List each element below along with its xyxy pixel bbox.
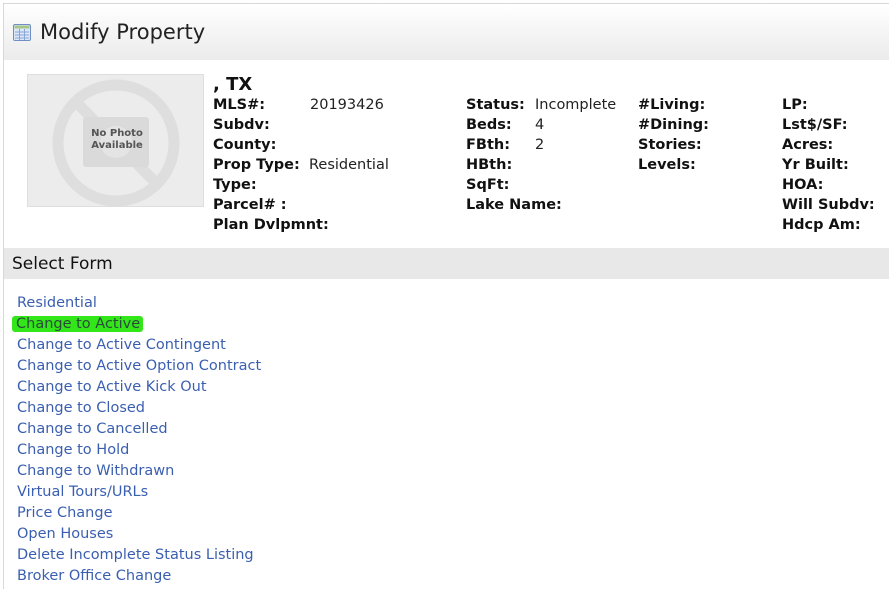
field-label: Prop Type:	[213, 157, 300, 173]
form-link-label: Change to Active	[12, 316, 144, 332]
field-type: Type:	[213, 175, 329, 195]
form-link-change-to-hold[interactable]: Change to Hold	[17, 440, 261, 461]
form-link-label: Change to Withdrawn	[17, 463, 175, 479]
listing-details-column-2: Status: Incomplete Beds: 4 FBth: 2 HBth: Sq…	[466, 95, 616, 215]
form-link-open-houses[interactable]: Open Houses	[17, 524, 261, 545]
field-sqft: SqFt:	[466, 175, 562, 195]
form-link-change-to-active-kick-out[interactable]: Change to Active Kick Out	[17, 377, 261, 398]
listing-details-column-1: MLS#: 20193426 Subdv: County: Prop Type: R…	[213, 95, 389, 235]
field-living: #Living:	[638, 95, 709, 115]
field-will-subdivide: Will Subdv:	[782, 195, 875, 215]
field-label: MLS#:	[213, 97, 266, 113]
form-link-label: Change to Cancelled	[17, 421, 168, 437]
form-link-label: Open Houses	[17, 526, 114, 542]
no-photo-line-1: No Photo	[91, 128, 143, 139]
field-list-price-per-sf: Lst$/SF:	[782, 115, 875, 135]
field-label: County:	[213, 137, 277, 153]
title-bar: Modify Property	[4, 4, 889, 60]
field-hoa: HOA:	[782, 175, 875, 195]
form-link-broker-office-change[interactable]: Broker Office Change	[17, 566, 261, 587]
field-stories: Stories:	[638, 135, 709, 155]
form-link-label: Change to Active Kick Out	[17, 379, 207, 395]
field-acres: Acres:	[782, 135, 875, 155]
no-photo-line-2: Available	[91, 140, 143, 151]
field-list-price: LP:	[782, 95, 875, 115]
field-label: FBth:	[466, 137, 511, 153]
field-label: Beds:	[466, 117, 512, 133]
field-subdivision: Subdv:	[213, 115, 329, 135]
field-label: Status:	[466, 97, 525, 113]
no-photo-label: No Photo Available	[83, 128, 151, 152]
form-link-label: Change to Active Option Contract	[17, 358, 262, 374]
field-value: Residential	[309, 157, 389, 173]
form-link-list: Residential Change to Active Change to A…	[12, 293, 261, 587]
select-form-title: Select Form	[12, 254, 113, 274]
field-label: Will Subdv:	[782, 197, 875, 213]
field-label: #Living:	[638, 97, 706, 113]
property-address: , TX	[213, 74, 253, 95]
field-label: Type:	[213, 177, 257, 193]
field-label: Parcel# :	[213, 197, 287, 213]
field-label: Yr Built:	[782, 157, 849, 173]
field-label: Subdv:	[213, 117, 270, 133]
field-label: Lst$/SF:	[782, 117, 848, 133]
field-full-baths: FBth: 2	[466, 135, 562, 155]
field-half-baths: HBth:	[466, 155, 562, 175]
form-link-residential[interactable]: Residential	[17, 293, 261, 314]
field-mls-number: MLS#: 20193426	[213, 95, 384, 115]
form-link-change-to-withdrawn[interactable]: Change to Withdrawn	[17, 461, 261, 482]
field-beds: Beds: 4	[466, 115, 562, 135]
field-prop-type: Prop Type: Residential	[213, 155, 389, 175]
listing-details-column-3: #Living: #Dining: Stories: Levels:	[638, 95, 709, 175]
field-plan-development: Plan Dvlpmnt:	[213, 215, 329, 235]
listing-details-column-4: LP: Lst$/SF: Acres: Yr Built: HOA: Will …	[782, 95, 875, 235]
field-value: 4	[535, 117, 545, 133]
field-levels: Levels:	[638, 155, 709, 175]
field-parcel: Parcel# :	[213, 195, 329, 215]
form-link-label: Broker Office Change	[17, 568, 172, 584]
form-link-label: Price Change	[17, 505, 113, 521]
form-link-label: Change to Active Contingent	[17, 337, 226, 353]
form-link-label: Delete Incomplete Status Listing	[17, 547, 254, 563]
field-value: 20193426	[310, 97, 384, 113]
field-lake-name: Lake Name:	[466, 195, 562, 215]
form-link-change-to-cancelled[interactable]: Change to Cancelled	[17, 419, 261, 440]
form-link-price-change[interactable]: Price Change	[17, 503, 261, 524]
form-link-change-to-active-contingent[interactable]: Change to Active Contingent	[17, 335, 261, 356]
field-year-built: Yr Built:	[782, 155, 875, 175]
field-status: Status: Incomplete	[466, 95, 616, 115]
field-label: Stories:	[638, 137, 702, 153]
form-link-label: Virtual Tours/URLs	[17, 484, 149, 500]
field-handicap-amenities: Hdcp Am:	[782, 215, 875, 235]
page-title: Modify Property	[40, 20, 206, 44]
field-label: SqFt:	[466, 177, 510, 193]
form-link-delete-incomplete-status-listing[interactable]: Delete Incomplete Status Listing	[17, 545, 261, 566]
field-label: Acres:	[782, 137, 834, 153]
field-label: Hdcp Am:	[782, 217, 861, 233]
field-label: Lake Name:	[466, 197, 562, 213]
field-dining: #Dining:	[638, 115, 709, 135]
field-label: LP:	[782, 97, 808, 113]
form-link-label: Change to Hold	[17, 442, 130, 458]
select-form-header: Select Form	[4, 248, 889, 279]
field-label: #Dining:	[638, 117, 709, 133]
form-link-label: Residential	[17, 295, 97, 311]
no-photo-placeholder: No Photo Available	[27, 74, 204, 207]
field-label: Levels:	[638, 157, 696, 173]
field-label: HBth:	[466, 157, 513, 173]
field-value: Incomplete	[535, 97, 617, 113]
form-link-change-to-active[interactable]: Change to Active	[12, 314, 261, 335]
field-county: County:	[213, 135, 329, 155]
field-label: Plan Dvlpmnt:	[213, 217, 329, 233]
form-link-virtual-tours-urls[interactable]: Virtual Tours/URLs	[17, 482, 261, 503]
table-form-icon	[13, 23, 31, 41]
form-link-label: Change to Closed	[17, 400, 145, 416]
field-value: 2	[535, 137, 545, 153]
field-label: HOA:	[782, 177, 824, 193]
form-link-change-to-closed[interactable]: Change to Closed	[17, 398, 261, 419]
form-link-change-to-active-option-contract[interactable]: Change to Active Option Contract	[17, 356, 261, 377]
